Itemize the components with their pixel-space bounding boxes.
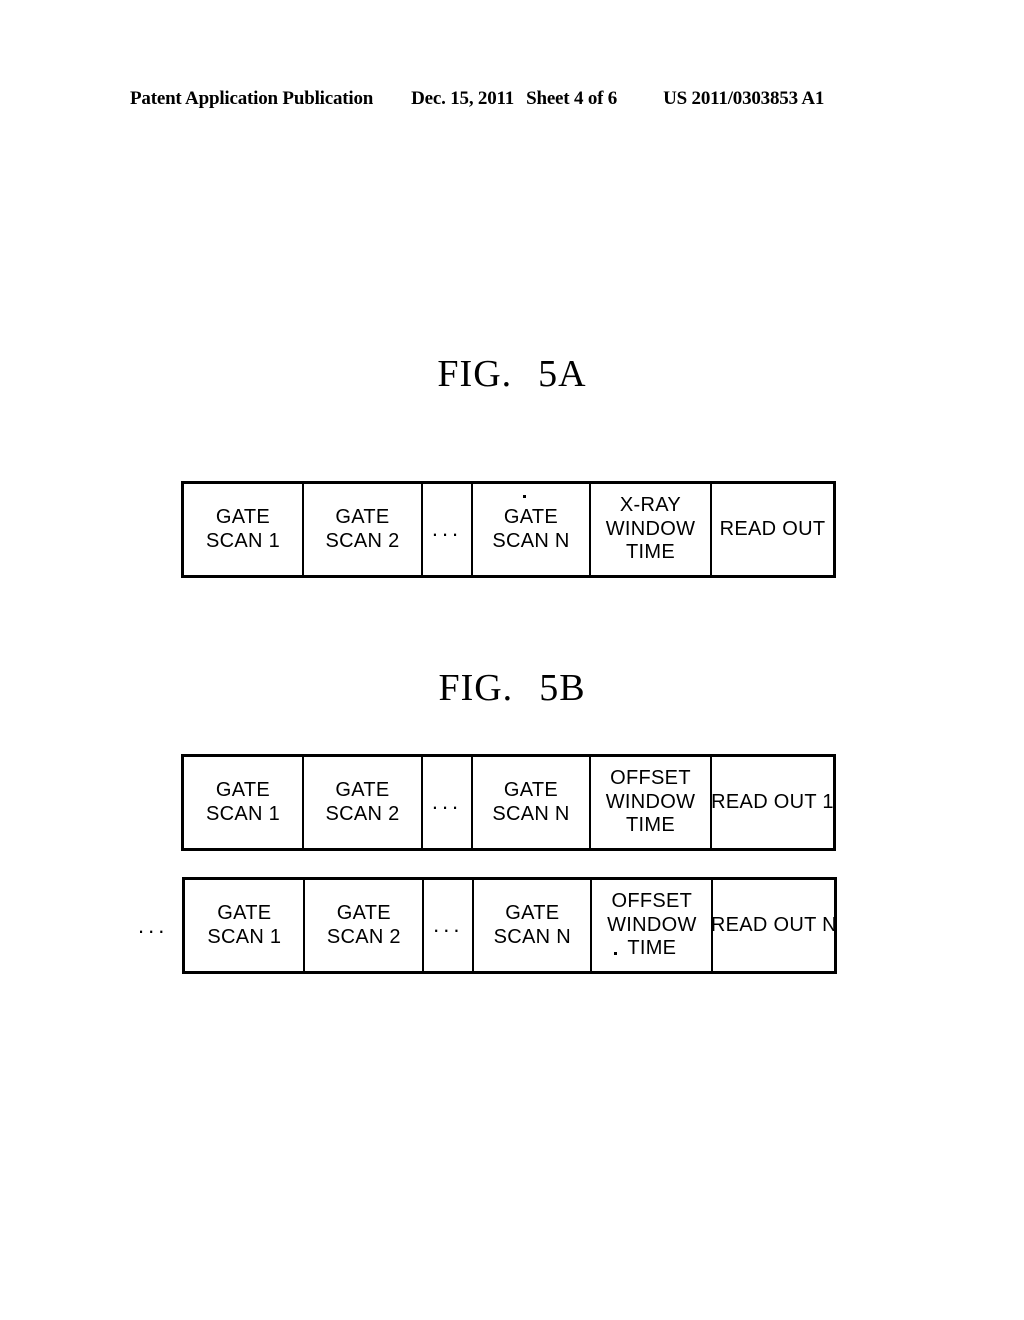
cell-line: SCAN N: [492, 529, 570, 552]
cell-offset-window-time: OFFSET WINDOW TIME: [592, 880, 714, 971]
cell-read-out: READ OUT: [712, 484, 833, 575]
cell-line: TIME: [626, 541, 675, 564]
cell-line: READ OUT 1: [711, 790, 834, 813]
cell-gate-scan-n: GATE SCAN N: [474, 880, 593, 971]
cell-line: GATE: [217, 901, 272, 924]
figure-5a-title-word: FIG.: [437, 353, 513, 395]
cell-line: GATE: [503, 778, 559, 801]
cell-read-out-n: READ OUT N: [710, 880, 837, 971]
ellipsis-glyph: ...: [431, 788, 463, 814]
cell-ellipsis: ...: [423, 757, 473, 848]
header-patent-number: US 2011/0303853 A1: [663, 88, 825, 109]
cell-line: SCAN 1: [205, 529, 281, 552]
header-sheet-label: Sheet 4 of 6: [526, 88, 618, 109]
scan-artifact-dot: [613, 952, 617, 955]
cell-line: GATE: [335, 505, 390, 528]
cell-line: SCAN 2: [325, 802, 400, 825]
cell-gate-scan-2: GATE SCAN 2: [304, 757, 423, 848]
scan-artifact-dot: [523, 495, 526, 498]
figure-5b-title-number: 5B: [539, 667, 586, 709]
figure-5b-title-word: FIG.: [438, 667, 514, 709]
figure-5b-sequence-row-1: GATE SCAN 1 GATE SCAN 2 ... GATE SCAN N …: [181, 754, 836, 851]
cell-line: GATE: [215, 505, 271, 528]
cell-gate-scan-n: GATE SCAN N: [473, 757, 591, 848]
figure-5b-sequence-row-n: ... GATE SCAN 1 GATE SCAN 2 ... GATE SCA…: [138, 877, 838, 974]
cell-gate-scan-2: GATE SCAN 2: [305, 880, 425, 971]
cell-line: SCAN 2: [326, 925, 401, 948]
cell-gate-scan-1: GATE SCAN 1: [185, 880, 306, 971]
page-header: Patent Application Publication Dec. 15, …: [130, 88, 900, 114]
figure-5b-title: FIG. 5B: [0, 666, 1024, 710]
ellipsis-glyph: ...: [433, 911, 464, 937]
cell-line: GATE: [215, 778, 271, 801]
cell-ellipsis: ...: [423, 484, 473, 575]
cell-line: SCAN 1: [205, 802, 281, 825]
cell-line: GATE: [505, 901, 560, 924]
cell-line: GATE: [503, 505, 559, 528]
cell-line: OFFSET: [610, 767, 691, 790]
cell-line: SCAN 1: [207, 925, 282, 948]
figure-5b-sequence-box-n: GATE SCAN 1 GATE SCAN 2 ... GATE SCAN N …: [182, 877, 838, 974]
cell-gate-scan-1: GATE SCAN 1: [184, 757, 304, 848]
cell-line: GATE: [336, 901, 391, 924]
cell-line: TIME: [626, 814, 675, 837]
cell-read-out-1: READ OUT 1: [711, 757, 834, 848]
cell-line: WINDOW: [605, 790, 696, 813]
cell-ellipsis: ...: [424, 880, 475, 971]
header-publication-label: Patent Application Publication: [130, 88, 374, 109]
cell-line: WINDOW: [605, 517, 696, 540]
row-lead-ellipsis: ...: [138, 912, 169, 938]
cell-line: SCAN 2: [325, 529, 400, 552]
cell-gate-scan-1: GATE SCAN 1: [184, 484, 304, 575]
figure-5b-sequence-box-1: GATE SCAN 1 GATE SCAN 2 ... GATE SCAN N …: [181, 754, 836, 851]
figure-5a-title: FIG. 5A: [0, 352, 1024, 396]
figure-5a-title-number: 5A: [538, 353, 587, 395]
cell-line: X-RAY: [619, 494, 682, 517]
cell-line: GATE: [335, 778, 390, 801]
figure-5a-sequence-row: GATE SCAN 1 GATE SCAN 2 ... GATE SCAN N …: [181, 481, 836, 578]
ellipsis-glyph: ...: [431, 515, 463, 541]
header-date-label: Dec. 15, 2011: [411, 88, 515, 109]
cell-offset-window-time: OFFSET WINDOW TIME: [591, 757, 712, 848]
cell-line: TIME: [627, 937, 677, 960]
cell-gate-scan-2: GATE SCAN 2: [304, 484, 423, 575]
cell-xray-window-time: X-RAY WINDOW TIME: [591, 484, 712, 575]
cell-line: SCAN N: [493, 925, 572, 948]
cell-line: READ OUT N: [710, 913, 837, 936]
cell-line: SCAN N: [492, 802, 570, 825]
figure-5a-sequence-box: GATE SCAN 1 GATE SCAN 2 ... GATE SCAN N …: [181, 481, 836, 578]
cell-line: READ OUT: [719, 517, 826, 540]
cell-gate-scan-n: GATE SCAN N: [473, 484, 591, 575]
cell-line: WINDOW: [607, 913, 697, 936]
cell-line: OFFSET: [611, 890, 693, 913]
header-date-sheet: Dec. 15, 2011 Sheet 4 of 6: [411, 88, 617, 110]
